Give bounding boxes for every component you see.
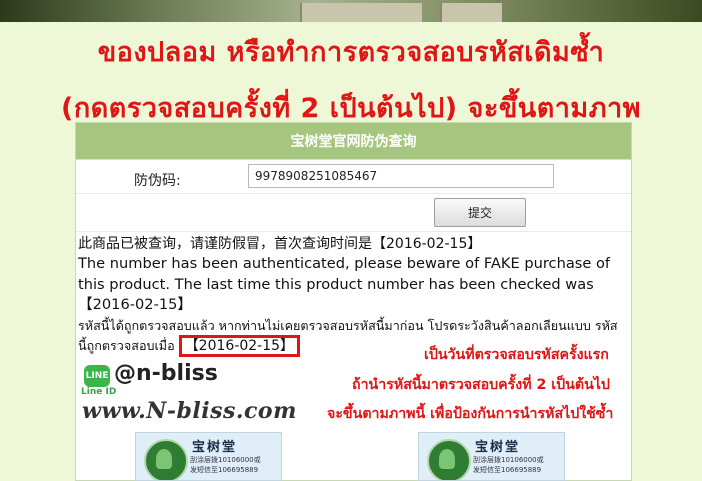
submit-button[interactable]: 提交: [434, 198, 526, 227]
line-handle: @n-bliss: [114, 361, 218, 386]
building-shape: [440, 3, 502, 22]
sticker-line-1: 刮涂层拨10106000或: [190, 456, 261, 464]
annotation-line-3: จะขึ้นตามภาพนี้ เพื่อป้องกันการนำรหัสไปใ…: [327, 406, 614, 422]
header-photo-strip: [0, 0, 702, 22]
tree-logo-icon: [427, 439, 471, 480]
sticker-line-1: 刮涂层拨10106000或: [473, 456, 544, 464]
annotation-line-2: ถ้านำรหัสนี้มาตรวจสอบครั้งที่ 2 เป็นต้นไ…: [352, 377, 610, 393]
result-text-english: The number has been authenticated, pleas…: [78, 255, 611, 313]
hologram-sticker: 宝树堂 刮涂层拨10106000或 发短信至106695889: [418, 432, 565, 481]
sticker-line-2: 发短信至106695889: [190, 466, 259, 474]
website-url: www.N-bliss.com: [82, 398, 297, 424]
query-result: 此商品已被查询，请谨防假冒，首次查询时间是【2016-02-15】 The nu…: [78, 234, 626, 357]
anti-fake-code-input[interactable]: 9978908251085467: [248, 164, 554, 188]
row-divider: [76, 193, 631, 194]
headline-line-1: ของปลอม หรือทำการตรวจสอบรหัสเดิมซ้ำ: [97, 37, 605, 68]
result-text-chinese: 此商品已被查询，请谨防假冒，首次查询时间是【2016-02-15】: [78, 236, 482, 252]
shop-branding: LINE Line ID @n-bliss www.N-bliss.com: [80, 361, 330, 432]
hologram-sticker: 宝树堂 刮涂层拨10106000或 发短信至106695889: [135, 432, 282, 481]
sticker-brand: 宝树堂: [475, 440, 521, 455]
building-shape: [300, 3, 422, 22]
annotation-line-1: เป็นวันที่ตรวจสอบรหัสครั้งแรก: [424, 347, 609, 363]
sticker-brand: 宝树堂: [192, 440, 238, 455]
sticker-line-2: 发短信至106695889: [473, 466, 542, 474]
line-id-label: Line ID: [81, 387, 117, 397]
first-check-date-highlight: 【2016-02-15】: [178, 335, 301, 357]
line-app-icon: LINE: [84, 365, 110, 387]
panel-title: 宝树堂官网防伪查询: [76, 123, 631, 160]
tree-logo-icon: [144, 439, 188, 480]
row-divider: [76, 231, 631, 232]
anti-fake-code-label: 防伪码:: [134, 173, 181, 189]
